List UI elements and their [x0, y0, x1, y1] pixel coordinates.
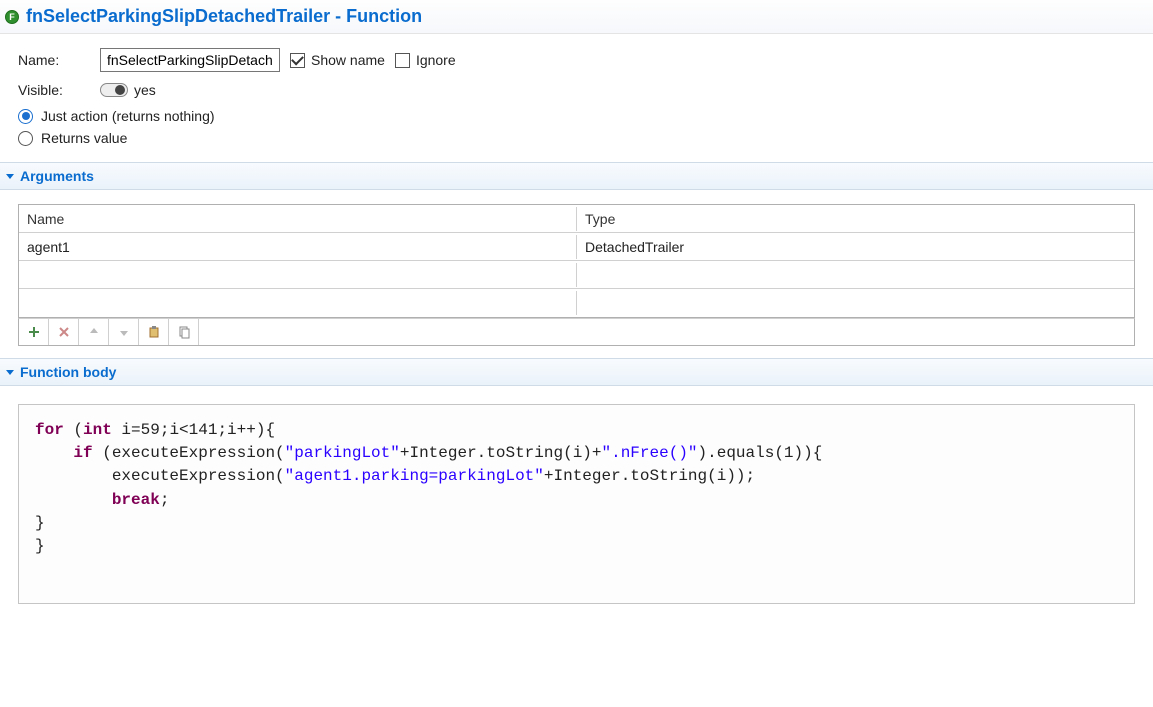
section-function-body-title: Function body — [20, 364, 116, 380]
arguments-table[interactable]: Name Type agent1 DetachedTrailer — [18, 204, 1135, 318]
table-row[interactable]: agent1 DetachedTrailer — [19, 233, 1134, 261]
arg-type-cell — [577, 263, 1134, 287]
radio-just-action-label: Just action (returns nothing) — [41, 108, 215, 124]
radio-icon — [18, 109, 33, 124]
name-input[interactable] — [100, 48, 280, 72]
move-down-button[interactable] — [109, 319, 139, 345]
section-arguments-header[interactable]: Arguments — [0, 162, 1153, 190]
radio-just-action[interactable]: Just action (returns nothing) — [18, 108, 215, 124]
table-header-row: Name Type — [19, 205, 1134, 233]
radio-returns-value-label: Returns value — [41, 130, 127, 146]
arg-type-cell: DetachedTrailer — [577, 235, 1134, 259]
name-label: Name: — [18, 52, 90, 68]
radio-icon — [18, 131, 33, 146]
radio-returns-value[interactable]: Returns value — [18, 130, 127, 146]
move-up-button[interactable] — [79, 319, 109, 345]
checkbox-icon — [395, 53, 410, 68]
show-name-label: Show name — [311, 52, 385, 68]
section-arguments-title: Arguments — [20, 168, 94, 184]
ignore-label: Ignore — [416, 52, 456, 68]
visible-toggle[interactable] — [100, 83, 128, 97]
arg-type-cell — [577, 291, 1134, 315]
show-name-checkbox[interactable]: Show name — [290, 52, 385, 68]
function-body-panel: for (int i=59;i<141;i++){ if (executeExp… — [0, 386, 1153, 622]
svg-text:F: F — [9, 12, 15, 22]
caret-down-icon — [6, 370, 14, 375]
visible-label: Visible: — [18, 82, 90, 98]
caret-down-icon — [6, 174, 14, 179]
arg-name-cell — [19, 263, 577, 287]
visible-value: yes — [134, 82, 156, 98]
title-bar: F fnSelectParkingSlipDetachedTrailer - F… — [0, 0, 1153, 34]
arg-name-cell — [19, 291, 577, 315]
copy-button[interactable] — [169, 319, 199, 345]
section-function-body-header[interactable]: Function body — [0, 358, 1153, 386]
arguments-toolbar — [18, 318, 1135, 346]
checkbox-icon — [290, 53, 305, 68]
code-editor[interactable]: for (int i=59;i<141;i++){ if (executeExp… — [18, 404, 1135, 604]
col-header-type: Type — [577, 207, 1134, 231]
remove-button[interactable] — [49, 319, 79, 345]
paste-button[interactable] — [139, 319, 169, 345]
col-header-name: Name — [19, 207, 577, 231]
page-title: fnSelectParkingSlipDetachedTrailer - Fun… — [26, 6, 422, 27]
arguments-panel: Name Type agent1 DetachedTrailer — [0, 190, 1153, 358]
ignore-checkbox[interactable]: Ignore — [395, 52, 456, 68]
table-row[interactable] — [19, 261, 1134, 289]
arg-name-cell: agent1 — [19, 235, 577, 259]
table-row[interactable] — [19, 289, 1134, 317]
properties-panel: Name: Show name Ignore Visible: yes Just… — [0, 34, 1153, 162]
function-icon: F — [4, 9, 20, 25]
add-button[interactable] — [19, 319, 49, 345]
